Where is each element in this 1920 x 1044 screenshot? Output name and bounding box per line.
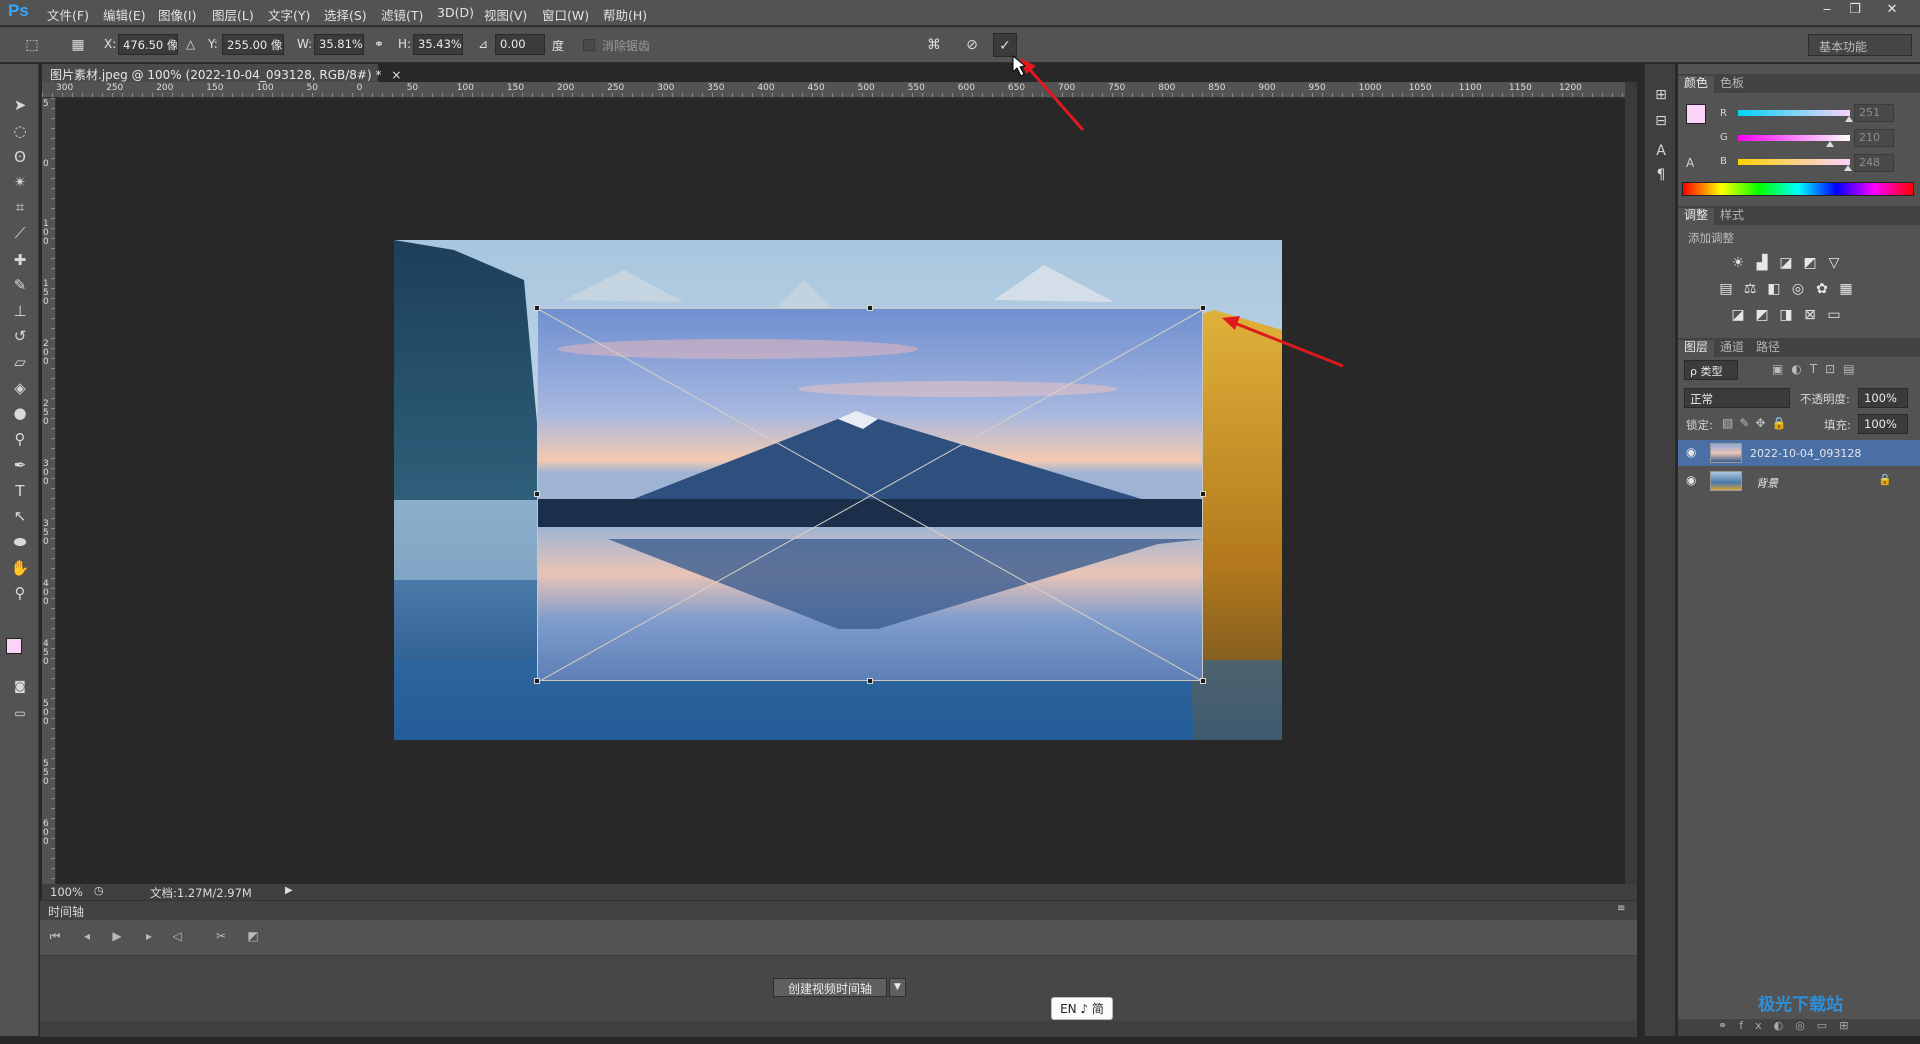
tab-swatches[interactable]: 色板 [1714,76,1750,93]
adjust-panel-tabs: 调整 样式 [1678,206,1920,225]
tab-paths[interactable]: 路径 [1750,340,1786,357]
play-icon[interactable]: ▶ [106,929,128,947]
transition-icon[interactable]: ◩ [242,929,264,947]
document-info: 文档:1.27M/2.97M [150,886,252,900]
layer-thumbnail [1710,443,1742,463]
tab-adjustments[interactable]: 调整 [1678,208,1715,225]
color-panel-tabs: 颜色 色板 [1678,74,1920,93]
color-lookup-icon[interactable]: ▦ [1836,280,1856,298]
b-slider[interactable] [1738,159,1850,165]
layer-filter-icons[interactable]: ▣◐T⊡▤ [1772,362,1863,376]
g-value[interactable]: 210 [1854,129,1894,147]
b-slider-knob[interactable] [1844,165,1852,171]
black-white-icon[interactable]: ◧ [1764,280,1784,298]
split-icon[interactable]: ✂ [210,929,232,947]
timeline-panel: 时间轴 ≡ ⏮ ◂ ▶ ▸ ◁ ✂ ◩ 创建视频时间轴 ▼ [40,900,1637,1037]
gamut-warning-icon[interactable]: A [1686,156,1694,170]
b-label: B [1720,156,1727,167]
selective-color-icon[interactable]: ⊠ [1800,306,1820,324]
visibility-eye-icon[interactable]: ◉ [1686,445,1696,459]
curves-icon[interactable]: ◪ [1776,254,1796,272]
lock-label: 锁定: [1686,418,1713,432]
zoom-level[interactable]: 100% [50,885,83,899]
fill-field[interactable]: 100% [1858,414,1908,434]
layers-panel-tabs: 图层 通道 路径 [1678,338,1920,357]
first-frame-icon[interactable]: ⏮ [44,929,66,947]
watermark: 极光下载站 [1758,995,1843,1015]
timeline-footer [40,1021,1637,1037]
layer-name[interactable]: 2022-10-04_093128 [1750,447,1861,460]
add-adjustment-label: 添加调整 [1688,231,1734,245]
b-value[interactable]: 248 [1854,154,1894,172]
color-balance-icon[interactable]: ⚖ [1740,280,1760,298]
tab-color[interactable]: 颜色 [1678,76,1715,93]
history-panel-icon[interactable]: ⊞ [1650,84,1672,106]
timeline-title[interactable]: 时间轴 [48,903,84,920]
status-bar: 100% ◷ 文档:1.27M/2.97M ▶ [42,884,1637,900]
paragraph-panel-icon[interactable]: ¶ [1650,164,1672,186]
layer-row-background[interactable]: ◉ 背景 🔒 [1678,468,1920,494]
arrow-to-commit [1022,62,1085,131]
audio-icon[interactable]: ◁ [166,929,188,947]
status-info-icon[interactable]: ◷ [94,884,104,897]
ime-indicator[interactable]: EN ♪ 简 [1051,997,1113,1020]
layer-lock-icon: 🔒 [1878,473,1892,486]
layer-name[interactable]: 背景 [1756,475,1778,491]
mouse-cursor-icon [1012,54,1027,77]
properties-panel-icon[interactable]: ⊟ [1650,110,1672,132]
invert-icon[interactable]: ◪ [1728,306,1748,324]
color-spectrum-bar[interactable] [1682,182,1914,196]
create-video-timeline-button[interactable]: 创建视频时间轴 [773,978,887,997]
panel-dock: 颜色 色板 R 251 G 210 A B 248 调整 样式 添加调整 ☀ ▟… [1678,64,1920,1036]
threshold-icon[interactable]: ◨ [1776,306,1796,324]
layer-kind-filter[interactable]: ρ 类型 [1684,360,1738,380]
blend-mode-select[interactable]: 正常 [1684,388,1790,408]
opacity-field[interactable]: 100% [1858,388,1908,408]
g-label: G [1720,132,1728,143]
brightness-icon[interactable]: ☀ [1728,254,1748,272]
vertical-scrollbar[interactable] [1625,82,1637,884]
arrow-to-handle [1231,320,1344,368]
exposure-icon[interactable]: ◩ [1800,254,1820,272]
visibility-eye-icon[interactable]: ◉ [1686,473,1696,487]
lock-icons[interactable]: ▧✎✥🔒 [1722,416,1792,430]
g-slider-knob[interactable] [1826,141,1834,147]
r-slider-knob[interactable] [1845,116,1853,122]
levels-icon[interactable]: ▟ [1752,254,1772,272]
r-slider[interactable] [1738,110,1850,116]
prev-frame-icon[interactable]: ◂ [76,929,98,947]
timeline-menu-icon[interactable]: ≡ [1617,903,1625,914]
next-frame-icon[interactable]: ▸ [138,929,160,947]
tab-channels[interactable]: 通道 [1714,340,1750,357]
posterize-icon[interactable]: ◩ [1752,306,1772,324]
vibrance-icon[interactable]: ▽ [1824,254,1844,272]
color-foreground-swatch[interactable] [1686,104,1706,124]
layer-thumbnail [1710,471,1742,491]
create-video-dropdown[interactable]: ▼ [889,978,906,997]
arrow-head-handle [1222,316,1240,330]
channel-mixer-icon[interactable]: ✿ [1812,280,1832,298]
hue-saturation-icon[interactable]: ▤ [1716,280,1736,298]
opacity-label: 不透明度: [1800,392,1850,406]
tab-layers[interactable]: 图层 [1678,340,1715,357]
timeline-controls: ⏮ ◂ ▶ ▸ ◁ ✂ ◩ [40,920,1637,956]
photo-filter-icon[interactable]: ◎ [1788,280,1808,298]
fill-label: 填充: [1824,418,1851,432]
layer-row-selected[interactable]: ◉ 2022-10-04_093128 [1678,440,1920,466]
timeline-header: 时间轴 ≡ [40,901,1637,920]
r-label: R [1720,108,1727,119]
status-menu-arrow-icon[interactable]: ▶ [285,885,293,896]
collapsed-panels-strip: ⊞ ⊟ A ¶ [1644,64,1676,1036]
tab-styles[interactable]: 样式 [1714,208,1750,225]
gradient-map-icon[interactable]: ▭ [1824,306,1844,324]
r-value[interactable]: 251 [1854,104,1894,122]
character-panel-icon[interactable]: A [1650,140,1672,162]
